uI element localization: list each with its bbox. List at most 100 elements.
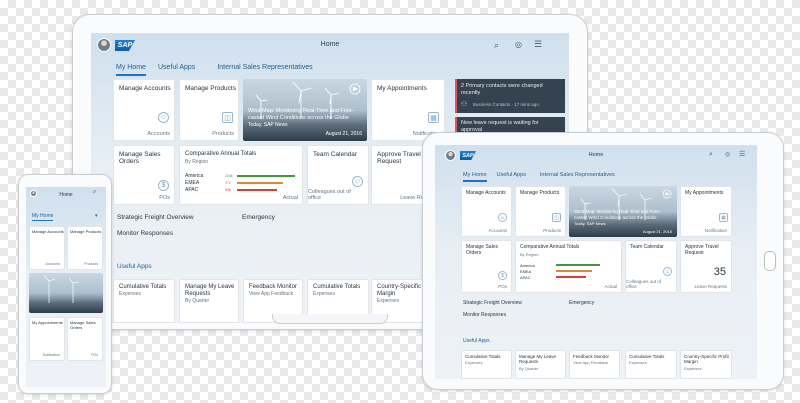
- tablet-home-button[interactable]: [764, 251, 776, 271]
- tablet-tile-comparative-totals[interactable]: Comparative Annual Totals By Region Amer…: [515, 240, 622, 293]
- phone-tab-my-home[interactable]: My Home: [32, 213, 54, 221]
- tablet-screen: SAP Home ⌕ ◎ ☰ My Home Useful Apps Inter…: [435, 145, 757, 379]
- tablet-device: SAP Home ⌕ ◎ ☰ My Home Useful Apps Inter…: [422, 132, 784, 390]
- tab-internal-sales[interactable]: Internal Sales Representatives: [217, 64, 312, 76]
- tab-my-home[interactable]: My Home: [116, 64, 146, 76]
- copilot-icon[interactable]: ◎: [515, 40, 522, 49]
- calendar-icon: ▦: [428, 112, 439, 123]
- tile-team-calendar[interactable]: Team Calendar ☺ Colleagues out of office: [307, 145, 369, 205]
- tablet-tile-manage-sales-orders[interactable]: Manage Sales Orders $ POs: [461, 240, 512, 293]
- tablet-section-emergency[interactable]: Emergency: [569, 300, 594, 306]
- bar-value: 53k: [225, 187, 231, 192]
- bar-label: EMEA: [520, 268, 532, 274]
- tile-title: Manage Sales Orders: [119, 151, 161, 166]
- tile-footer: Notification: [704, 228, 727, 233]
- phone-search-icon[interactable]: ⌕: [93, 189, 96, 196]
- tile-manage-accounts[interactable]: Manage Accounts ☺ Accounts: [113, 79, 175, 141]
- tile-footer: Products: [84, 262, 98, 266]
- tablet-notifications-icon[interactable]: ☰: [739, 150, 745, 158]
- products-icon: ◫: [552, 213, 561, 222]
- tile-title: Manage Products: [520, 190, 560, 196]
- tablet-tab-my-home[interactable]: My Home: [463, 172, 487, 182]
- tile-title: Manage Sales Orders: [70, 320, 96, 330]
- wind-turbine-icon: [43, 274, 80, 303]
- notification-title: 2 Primary contacts were changed recently: [461, 83, 543, 96]
- notifications-icon[interactable]: ☰: [534, 39, 542, 50]
- tablet-app-cumulative-totals-2[interactable]: Cumulative Totals Expenses: [625, 350, 677, 379]
- section-strategic-freight[interactable]: Strategic Freight Overview: [117, 214, 194, 221]
- tablet-tile-my-appointments[interactable]: My Appointments ▦ Notification: [680, 186, 732, 237]
- bar-value: 224k: [225, 173, 233, 178]
- bar-row-apac: APAC: [520, 274, 619, 280]
- tile-footer: Actual: [282, 195, 298, 201]
- tablet-app-manage-leave[interactable]: Manage My Leave Requests By Quarter: [515, 350, 566, 379]
- phone-avatar[interactable]: [30, 190, 37, 197]
- tab-useful-apps[interactable]: Useful Apps: [158, 64, 195, 76]
- tablet-tile-manage-products[interactable]: Manage Products ◫ Products: [515, 186, 566, 237]
- app-title: Cumulative Totals: [313, 284, 361, 290]
- tablet-section-strategic-freight[interactable]: Strategic Freight Overview: [463, 300, 522, 306]
- chevron-down-icon[interactable]: ▾: [95, 213, 98, 219]
- bar-label: America: [185, 172, 204, 179]
- tablet-tab-useful-apps[interactable]: Useful Apps: [497, 172, 526, 182]
- app-subtitle: Expenses: [377, 298, 399, 304]
- calendar-icon: ▦: [719, 213, 728, 222]
- app-tile-cumulative-totals[interactable]: Cumulative Totals Expenses: [113, 279, 175, 323]
- app-tile-manage-leave[interactable]: Manage My Leave Requests By Quarter: [179, 279, 239, 323]
- news-tile[interactable]: Wind Map: Monitoring Real-Time and Fore-…: [243, 79, 367, 141]
- tablet-app-cumulative-totals[interactable]: Cumulative Totals Expenses: [461, 350, 512, 379]
- region-bars: America 224k EMEA 97k APAC 53k: [185, 172, 299, 193]
- app-title: Manage My Leave Requests: [185, 284, 235, 297]
- phone-tile-my-appointments[interactable]: My Appointments Notification: [29, 317, 65, 361]
- tablet-copilot-icon[interactable]: ◎: [725, 151, 730, 158]
- tile-title: My Appointments: [32, 320, 63, 325]
- phone-tile-manage-sales-orders[interactable]: Manage Sales Orders POs: [67, 317, 103, 361]
- tile-footer: POs: [91, 353, 98, 357]
- tile-title: Manage Accounts: [466, 190, 506, 196]
- tablet-app-profit-margin[interactable]: Country-Specific Profit Margin Expenses: [680, 350, 732, 379]
- tablet-tab-internal-sales[interactable]: Internal Sales Representatives: [540, 172, 615, 182]
- bar-america: [237, 174, 295, 177]
- tablet-app-feedback-monitor[interactable]: Feedback Monitor View App Feedback: [569, 350, 620, 379]
- tile-manage-sales-orders[interactable]: Manage Sales Orders $ POs: [113, 145, 175, 205]
- notification-card[interactable]: 2 Primary contacts were changed recently…: [455, 79, 565, 113]
- bar-emea: [237, 181, 283, 184]
- tablet-section-useful-apps: Useful Apps: [463, 338, 490, 344]
- tile-footer: Accounts: [488, 228, 507, 233]
- section-emergency[interactable]: Emergency: [242, 214, 275, 221]
- bar-label: EMEA: [185, 179, 200, 186]
- tablet-tile-team-calendar[interactable]: Team Calendar ☺ Colleagues out of office: [625, 240, 677, 293]
- region-bars: America EMEA APAC: [520, 262, 619, 280]
- bar-row-emea: EMEA 97k: [185, 179, 299, 186]
- accounts-icon: ☺: [498, 213, 507, 222]
- section-monitor-responses[interactable]: Monitor Responses: [117, 230, 173, 237]
- laptop-tabs: My Home Useful Apps Internal Sales Repre…: [116, 64, 313, 76]
- tablet-search-icon[interactable]: ⌕: [709, 151, 713, 159]
- news-date: August 21, 2016: [642, 229, 672, 234]
- tablet-tile-manage-accounts[interactable]: Manage Accounts ☺ Accounts: [461, 186, 512, 237]
- tablet-shell-bar: SAP Home ⌕ ◎ ☰: [435, 145, 757, 167]
- phone-tile-manage-products[interactable]: Manage Products Products: [67, 226, 103, 270]
- news-headline: Wind Map: Monitoring Real-Time and Fore-…: [248, 108, 354, 121]
- app-title: Feedback Monitor: [573, 354, 610, 359]
- tablet-news-tile[interactable]: Wind Map: Monitoring Real-Time and Fore-…: [569, 186, 677, 237]
- phone-news-tile[interactable]: [29, 273, 103, 313]
- tile-footer: POs: [159, 195, 170, 201]
- laptop-base: [272, 314, 388, 324]
- bar-apac: [556, 276, 586, 278]
- tile-title: Comparative Annual Totals: [185, 151, 257, 157]
- tile-title: Manage Accounts: [119, 85, 171, 92]
- tile-title: Team Calendar: [630, 244, 664, 250]
- orders-icon: $: [498, 271, 507, 280]
- tile-comparative-totals[interactable]: Comparative Annual Totals By Region Amer…: [179, 145, 303, 205]
- phone-device: Home ⌕ My Home ▾ Manage Accounts Account…: [18, 174, 112, 394]
- phone-tile-manage-accounts[interactable]: Manage Accounts Accounts: [29, 226, 65, 270]
- search-icon[interactable]: ⌕: [494, 40, 499, 51]
- tablet-section-monitor-responses[interactable]: Monitor Responses: [463, 312, 506, 318]
- tablet-tile-approve-travel[interactable]: Approve Travel Request 35 Leave Requests: [680, 240, 732, 293]
- bar-row-apac: APAC 53k: [185, 186, 299, 193]
- tile-manage-products[interactable]: Manage Products ◫ Products: [179, 79, 239, 141]
- contacts-icon: ⚇: [461, 101, 468, 108]
- tile-footer: Colleagues out of office: [308, 189, 351, 201]
- app-title: Cumulative Totals: [119, 284, 167, 290]
